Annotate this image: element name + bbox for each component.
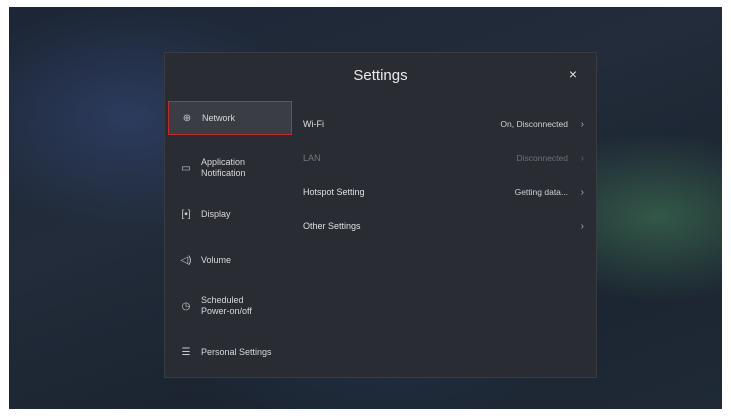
display-icon: [▪] [181, 208, 191, 220]
sidebar-item-label: Display [201, 208, 231, 219]
hotspot-status: Getting data... [514, 187, 568, 197]
sidebar-item-application-notification[interactable]: ▭ Application Notification [165, 145, 295, 191]
speaker-icon: ◁) [180, 254, 192, 266]
settings-sidebar: ⊕ Network ▭ Application Notification [▪]… [165, 99, 295, 375]
wifi-status: On, Disconnected [500, 119, 568, 129]
globe-icon: ⊕ [182, 112, 192, 124]
wifi-row[interactable]: Wi-Fi On, Disconnected › [303, 107, 596, 141]
notification-icon: ▭ [181, 162, 191, 174]
row-label: Other Settings [303, 221, 361, 231]
network-settings-list: Wi-Fi On, Disconnected › LAN Disconnecte… [303, 107, 596, 243]
row-label: Wi-Fi [303, 119, 324, 129]
row-label: LAN [303, 153, 321, 163]
sidebar-item-network[interactable]: ⊕ Network [168, 101, 292, 135]
hotspot-setting-row[interactable]: Hotspot Setting Getting data... › [303, 175, 596, 209]
other-settings-row[interactable]: Other Settings › [303, 209, 596, 243]
dialog-title: Settings [353, 67, 408, 84]
sidebar-item-display[interactable]: [▪] Display [165, 191, 295, 237]
sidebar-item-label: Network [202, 112, 236, 123]
chevron-right-icon: › [580, 220, 584, 232]
chevron-right-icon: › [580, 118, 584, 130]
sidebar-item-label: Application Notification [201, 157, 246, 178]
lan-status: Disconnected [516, 153, 568, 163]
chevron-right-icon: › [580, 186, 584, 198]
sidebar-item-label: Personal Settings [201, 346, 272, 357]
sidebar-item-volume[interactable]: ◁) Volume [165, 237, 295, 283]
row-label: Hotspot Setting [303, 187, 365, 197]
lan-row[interactable]: LAN Disconnected › [303, 141, 596, 175]
chevron-right-icon: › [580, 152, 584, 164]
sidebar-item-personal-settings[interactable]: ☰ Personal Settings [165, 329, 295, 375]
sidebar-item-label: Scheduled Power-on/off [201, 295, 252, 316]
menu-icon: ☰ [181, 346, 191, 358]
sidebar-item-scheduled-power[interactable]: ◷ Scheduled Power-on/off [165, 283, 295, 329]
sidebar-item-label: Volume [201, 254, 232, 265]
close-icon[interactable]: × [564, 65, 582, 83]
clock-icon: ◷ [181, 300, 191, 312]
desktop-background: Settings × ⊕ Network ▭ Application Notif… [9, 7, 722, 409]
settings-dialog: Settings × ⊕ Network ▭ Application Notif… [164, 52, 597, 378]
